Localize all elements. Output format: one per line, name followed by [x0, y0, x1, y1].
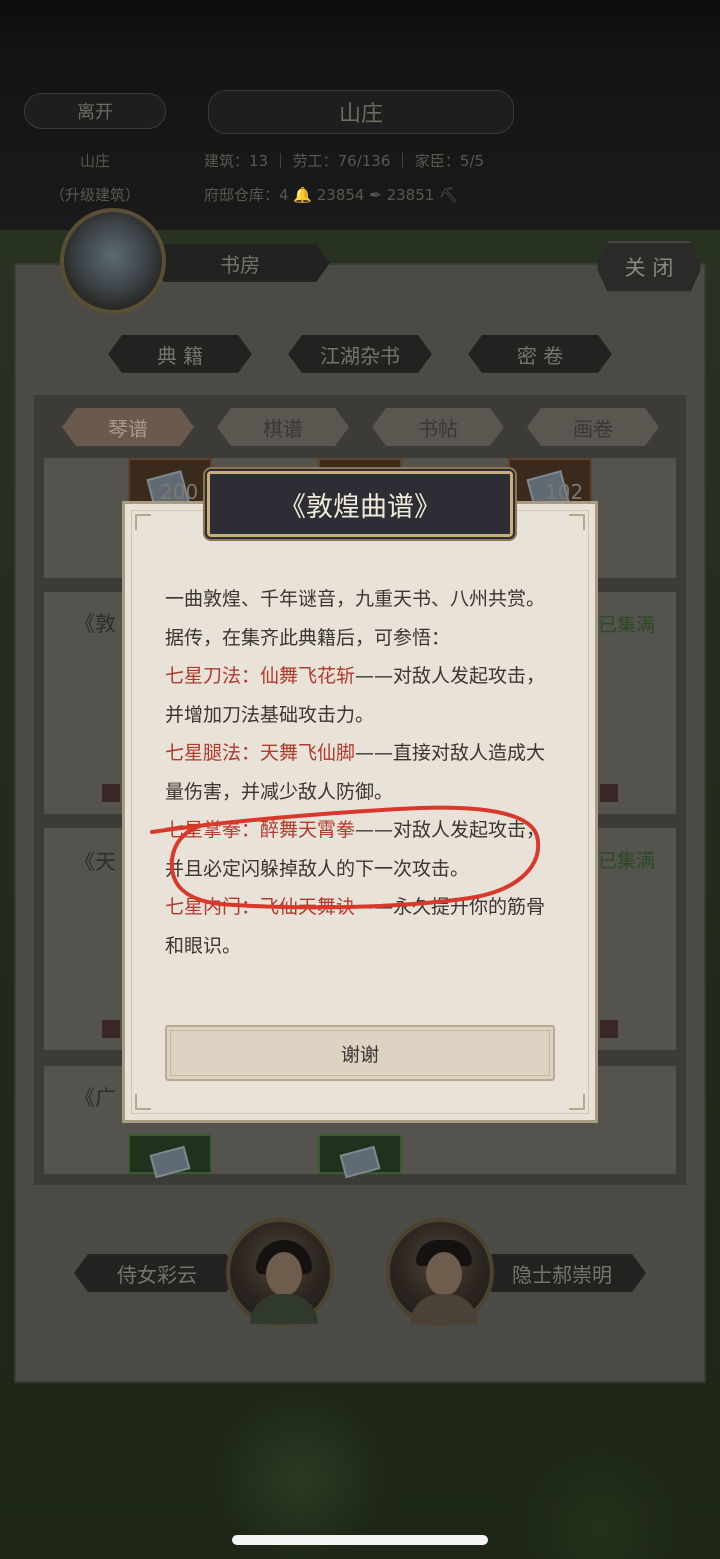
warehouse-stats: 府邸仓库：4 🔔 23854 ✒ 23851 ⛏: [204, 186, 459, 204]
card-marker: [600, 1020, 618, 1038]
category-tab-secret-scrolls[interactable]: 密 卷: [468, 335, 612, 373]
skill-entry: 七星刀法：仙舞飞花斩——对敌人发起攻击，并增加刀法基础攻击力。: [165, 657, 555, 734]
building-name: 书房: [150, 244, 330, 282]
subtab-chess-records[interactable]: 棋谱: [217, 408, 349, 446]
maid-portrait[interactable]: [226, 1218, 334, 1326]
card-marker: [600, 784, 618, 802]
close-button[interactable]: 关 闭: [596, 241, 702, 293]
book-item-icon[interactable]: [318, 1134, 402, 1179]
home-indicator[interactable]: [232, 1535, 488, 1545]
dialog-title: 《敦煌曲谱》: [207, 471, 513, 537]
card-marker: [102, 784, 120, 802]
skill-entry: 七星腿法：天舞飞仙脚——直接对敌人造成大量伤害，并减少敌人防御。: [165, 734, 555, 811]
upgrade-link[interactable]: （升级建筑）: [50, 184, 140, 205]
skill-name: 七星内门：飞仙天舞诀: [165, 896, 356, 918]
card-complete-status: 已集满: [598, 614, 656, 636]
card-title: 《敦: [74, 612, 116, 636]
skill-name: 七星刀法：仙舞飞花斩: [165, 665, 356, 687]
estate-stats: 建筑：13 ｜ 劳工：76/136 ｜ 家臣：5/5: [204, 152, 485, 170]
subtab-paintings[interactable]: 画卷: [527, 408, 659, 446]
leave-button[interactable]: 离开: [24, 93, 166, 129]
subtab-qin-scores[interactable]: 琴谱: [62, 408, 194, 446]
dialog-lead: 据传，在集齐此典籍后，可参悟：: [165, 626, 451, 649]
skill-entry: 七星内门：飞仙天舞诀——永久提升你的筋骨和眼识。: [165, 888, 555, 965]
category-tab-misc-books[interactable]: 江湖杂书: [288, 335, 432, 373]
estate-title: 山庄: [208, 90, 514, 134]
skill-name: 七星掌拳：醉舞天霄拳: [165, 819, 356, 841]
estate-label: 山庄: [80, 152, 111, 170]
card-marker: [102, 1020, 120, 1038]
study-building-icon: [60, 208, 166, 314]
book-item-icon[interactable]: [128, 1134, 212, 1179]
skill-entry: 七星掌拳：醉舞天霄拳——对敌人发起攻击，并且必定闪躲掉敌人的下一次攻击。: [165, 811, 555, 888]
dialog-body: 一曲敦煌、千年谜音，九重天书、八州共赏。 据传，在集齐此典籍后，可参悟： 七星刀…: [165, 580, 555, 965]
skill-name: 七星腿法：天舞飞仙脚: [165, 742, 356, 764]
card-title: 《广: [74, 1086, 116, 1110]
npc-label-hermit[interactable]: 隐士郝崇明: [478, 1254, 646, 1292]
thanks-button[interactable]: 谢谢: [165, 1025, 555, 1081]
category-tab-classics[interactable]: 典 籍: [108, 335, 252, 373]
npc-label-maid[interactable]: 侍女彩云: [74, 1254, 240, 1292]
hermit-portrait[interactable]: [386, 1218, 494, 1326]
card-complete-status: 已集满: [598, 850, 656, 872]
subtab-calligraphy[interactable]: 书帖: [372, 408, 504, 446]
dialog-intro: 一曲敦煌、千年谜音，九重天书、八州共赏。: [165, 588, 546, 610]
card-title: 《天: [74, 850, 116, 874]
